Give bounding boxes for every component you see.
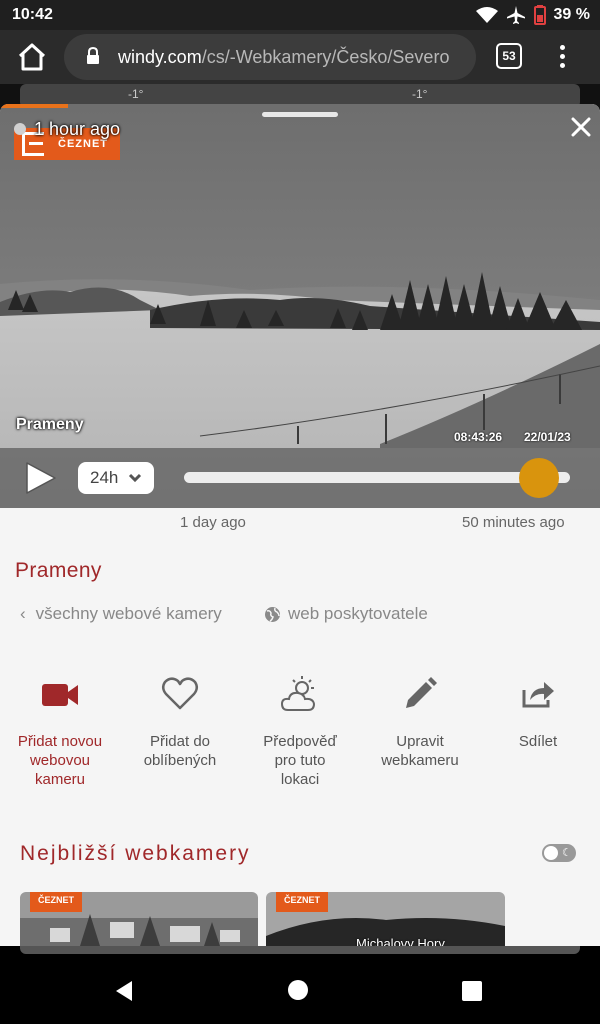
add-favorite-label: Přidat do oblíbených [143,733,217,769]
battery-level: 39 % [553,6,590,23]
nearest-webcams-heading: Nejbližší webkamery [20,842,251,865]
share-label: Sdílet [518,733,558,750]
chevron-down-icon [128,473,142,483]
add-favorite-button[interactable]: Přidat do oblíbených [120,672,240,770]
sun-icon [544,846,558,860]
all-webcams-link[interactable]: ‹ všechny webové kamery [20,604,222,624]
more-menu-icon[interactable] [552,43,572,71]
edit-webcam-label: Upravit webkameru [381,733,459,769]
timeline-slider-track[interactable] [184,472,570,483]
home-icon[interactable] [16,42,48,72]
camera-name-overlay: Prameny [16,416,84,433]
webcam-title: Prameny [15,559,102,582]
status-dot [14,123,26,135]
map-bottom-strip [0,946,600,956]
provider-web-link[interactable]: web poskytovatele [264,604,428,624]
add-webcam-button[interactable]: Přidat novou webovou kameru [0,672,120,789]
timeline-start-label: 1 day ago [180,514,246,531]
back-icon[interactable] [114,980,134,1002]
thumbnail-caption: Michalovy Hory [356,936,445,946]
webcam-image[interactable]: ČEZNET 1 hour ago Prameny 08:43:26 22/01… [0,104,600,508]
video-camera-icon [42,684,78,706]
url-path: /cs/-Webkamery/Česko/Severo [201,47,450,67]
edit-webcam-button[interactable]: Upravit webkameru [360,672,480,770]
action-row: Přidat novou webovou kameru Přidat do oblíb… [0,672,600,802]
wifi-icon [475,7,498,23]
all-webcams-label: všechny webové kamery [35,604,222,623]
tab-switcher-button[interactable]: 53 [496,43,522,69]
play-icon[interactable] [24,460,58,496]
lock-icon [87,47,99,64]
system-nav-bar [0,956,600,1024]
camera-timestamp-date: 22/01/23 [524,430,571,444]
heart-icon [162,677,198,710]
status-time: 10:42 [12,6,53,23]
chevron-left-icon: ‹ [20,604,26,623]
pencil-icon [406,677,437,708]
image-age-label: 1 hour ago [34,119,121,139]
forecast-button[interactable]: Předpověď pro tuto lokaci [240,672,360,789]
close-icon[interactable] [568,114,594,140]
time-range-value: 24h [90,468,119,487]
timelapse-player: 24h [0,448,600,508]
airplane-icon [506,6,525,24]
battery-icon [533,5,546,25]
map-temp-right: -1° [412,87,428,101]
thumbnail-logo: ČEZNET [30,892,82,912]
panel-drag-handle[interactable] [262,112,338,117]
globe-icon [265,607,280,622]
recents-icon[interactable] [462,981,482,1001]
status-bar: 10:42 39 % [0,0,600,30]
thumbnail-logo: ČEZNET [276,892,328,912]
share-icon [522,682,554,708]
camera-timestamp-time: 08:43:26 [454,430,503,444]
nearest-webcam-card[interactable]: ČEZNET [20,892,258,946]
loading-progress-line [0,104,68,108]
day-night-toggle[interactable]: ☾ [542,844,576,862]
status-icons: 39 % [475,5,590,25]
url-text: windy.com/cs/-Webkamery/Česko/Severo [118,47,449,68]
provider-web-label: web poskytovatele [288,604,428,623]
url-domain: windy.com [118,47,202,67]
forecast-label: Předpověď pro tuto lokaci [263,733,337,788]
webcam-panel: ČEZNET 1 hour ago Prameny 08:43:26 22/01… [0,104,600,946]
nearest-webcams-list: ČEZNET ČEZNET Michalovy Hory [0,892,600,946]
browser-toolbar: windy.com/cs/-Webkamery/Česko/Severo 53 [0,30,600,84]
nearest-webcam-card[interactable]: ČEZNET Michalovy Hory [266,892,505,946]
timeline-slider-thumb[interactable] [519,458,560,498]
add-webcam-label: Přidat novou webovou kameru [17,733,103,788]
timeline-end-label: 50 minutes ago [462,514,565,531]
home-nav-icon[interactable] [288,980,308,1000]
sun-cloud-icon [280,676,316,711]
share-button[interactable]: Sdílet [478,672,598,751]
map-temp-left: -1° [128,87,144,101]
address-bar[interactable]: windy.com/cs/-Webkamery/Česko/Severo [64,34,476,80]
moon-icon: ☾ [562,847,572,859]
time-range-select[interactable]: 24h [78,462,154,494]
